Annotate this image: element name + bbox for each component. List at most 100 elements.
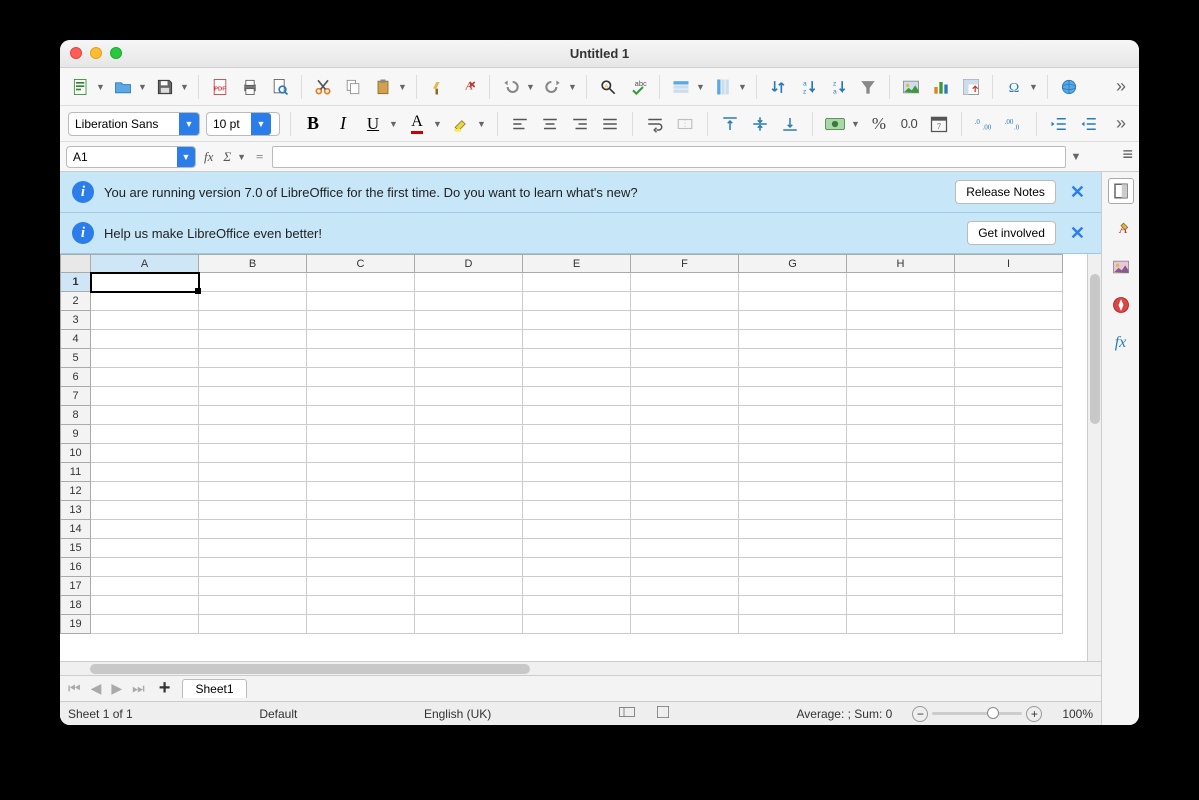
close-notice-button[interactable]: ✕ bbox=[1066, 223, 1089, 244]
pivot-table-button[interactable] bbox=[958, 74, 984, 100]
font-color-dropdown[interactable]: ▼ bbox=[433, 119, 441, 129]
cell[interactable] bbox=[91, 273, 199, 292]
cell[interactable] bbox=[199, 273, 307, 292]
cell[interactable] bbox=[631, 273, 739, 292]
prev-sheet-button[interactable]: ◀ bbox=[89, 680, 104, 697]
cell[interactable] bbox=[955, 273, 1063, 292]
cell[interactable] bbox=[739, 311, 847, 330]
cell[interactable] bbox=[955, 349, 1063, 368]
cell[interactable] bbox=[307, 501, 415, 520]
cell[interactable] bbox=[523, 292, 631, 311]
valign-top-button[interactable] bbox=[718, 111, 742, 137]
cell[interactable] bbox=[631, 387, 739, 406]
autofilter-button[interactable] bbox=[855, 74, 881, 100]
cell[interactable] bbox=[631, 615, 739, 634]
row-header[interactable]: 9 bbox=[61, 425, 91, 444]
cell[interactable] bbox=[307, 406, 415, 425]
cell[interactable] bbox=[523, 482, 631, 501]
release-notes-button[interactable]: Release Notes bbox=[955, 180, 1056, 204]
cell[interactable] bbox=[415, 615, 523, 634]
row-header[interactable]: 3 bbox=[61, 311, 91, 330]
find-replace-button[interactable]: A bbox=[595, 74, 621, 100]
cell-reference-box[interactable]: ▼ bbox=[66, 146, 196, 168]
cell[interactable] bbox=[199, 406, 307, 425]
add-decimal-button[interactable]: .0.00 bbox=[972, 111, 996, 137]
font-name-combo[interactable]: ▼ bbox=[68, 112, 200, 136]
cell[interactable] bbox=[523, 349, 631, 368]
zoom-slider[interactable]: − + bbox=[912, 706, 1042, 722]
cell[interactable] bbox=[739, 349, 847, 368]
cell[interactable] bbox=[631, 349, 739, 368]
currency-button[interactable] bbox=[823, 111, 847, 137]
cut-button[interactable] bbox=[310, 74, 336, 100]
row-header[interactable]: 6 bbox=[61, 368, 91, 387]
sort-button[interactable] bbox=[765, 74, 791, 100]
row-header[interactable]: 18 bbox=[61, 596, 91, 615]
cell[interactable] bbox=[415, 273, 523, 292]
cell[interactable] bbox=[199, 482, 307, 501]
summary-label[interactable]: Average: ; Sum: 0 bbox=[796, 707, 892, 721]
bold-button[interactable]: B bbox=[301, 111, 325, 137]
cell[interactable] bbox=[523, 558, 631, 577]
cell[interactable] bbox=[91, 406, 199, 425]
formula-button[interactable]: = bbox=[253, 149, 266, 165]
cell[interactable] bbox=[415, 406, 523, 425]
row-header[interactable]: 15 bbox=[61, 539, 91, 558]
cell[interactable] bbox=[199, 501, 307, 520]
next-sheet-button[interactable]: ▶ bbox=[109, 680, 124, 697]
cell[interactable] bbox=[523, 596, 631, 615]
cell[interactable] bbox=[199, 368, 307, 387]
cell[interactable] bbox=[91, 577, 199, 596]
undo-dropdown[interactable]: ▼ bbox=[526, 82, 534, 92]
font-size-combo[interactable]: ▼ bbox=[206, 112, 280, 136]
styles-panel-button[interactable]: A bbox=[1108, 216, 1134, 242]
column-header[interactable]: G bbox=[739, 255, 847, 273]
minimize-window-button[interactable] bbox=[90, 47, 102, 59]
column-header[interactable]: A bbox=[91, 255, 199, 273]
cell[interactable] bbox=[739, 292, 847, 311]
cell[interactable] bbox=[307, 577, 415, 596]
clone-formatting-button[interactable] bbox=[425, 74, 451, 100]
cell[interactable] bbox=[415, 501, 523, 520]
column-header[interactable]: E bbox=[523, 255, 631, 273]
cell[interactable] bbox=[739, 463, 847, 482]
cell[interactable] bbox=[739, 577, 847, 596]
increase-indent-button[interactable] bbox=[1047, 111, 1071, 137]
row-header[interactable]: 2 bbox=[61, 292, 91, 311]
sum-dropdown[interactable]: ▼ bbox=[237, 152, 245, 162]
number-format-button[interactable]: 0.0 bbox=[897, 111, 921, 137]
cell-grid[interactable]: ABCDEFGHI12345678910111213141516171819 bbox=[60, 254, 1101, 661]
cell[interactable] bbox=[847, 292, 955, 311]
cell[interactable] bbox=[199, 387, 307, 406]
column-header[interactable]: I bbox=[955, 255, 1063, 273]
add-sheet-button[interactable]: + bbox=[153, 677, 177, 700]
underline-dropdown[interactable]: ▼ bbox=[389, 119, 397, 129]
font-color-button[interactable]: A bbox=[405, 111, 429, 137]
cell[interactable] bbox=[307, 463, 415, 482]
cell[interactable] bbox=[199, 596, 307, 615]
sort-ascending-button[interactable]: az bbox=[795, 74, 821, 100]
print-preview-button[interactable] bbox=[267, 74, 293, 100]
cell[interactable] bbox=[199, 463, 307, 482]
row-header[interactable]: 5 bbox=[61, 349, 91, 368]
save-button[interactable] bbox=[152, 74, 178, 100]
functions-panel-button[interactable]: fx bbox=[1108, 330, 1134, 356]
cell[interactable] bbox=[91, 463, 199, 482]
cell[interactable] bbox=[631, 501, 739, 520]
cell[interactable] bbox=[91, 368, 199, 387]
cell[interactable] bbox=[955, 368, 1063, 387]
cell[interactable] bbox=[91, 482, 199, 501]
formula-expand-button[interactable]: ▼ bbox=[1070, 151, 1078, 163]
cell[interactable] bbox=[415, 596, 523, 615]
cell[interactable] bbox=[307, 558, 415, 577]
cell[interactable] bbox=[307, 539, 415, 558]
column-operations-button[interactable] bbox=[710, 74, 736, 100]
align-right-button[interactable] bbox=[568, 111, 592, 137]
undo-button[interactable] bbox=[498, 74, 524, 100]
cell[interactable] bbox=[199, 577, 307, 596]
underline-button[interactable]: U bbox=[361, 111, 385, 137]
cell[interactable] bbox=[523, 615, 631, 634]
cell[interactable] bbox=[847, 596, 955, 615]
percent-button[interactable]: % bbox=[867, 111, 891, 137]
new-dropdown[interactable]: ▼ bbox=[96, 82, 104, 92]
